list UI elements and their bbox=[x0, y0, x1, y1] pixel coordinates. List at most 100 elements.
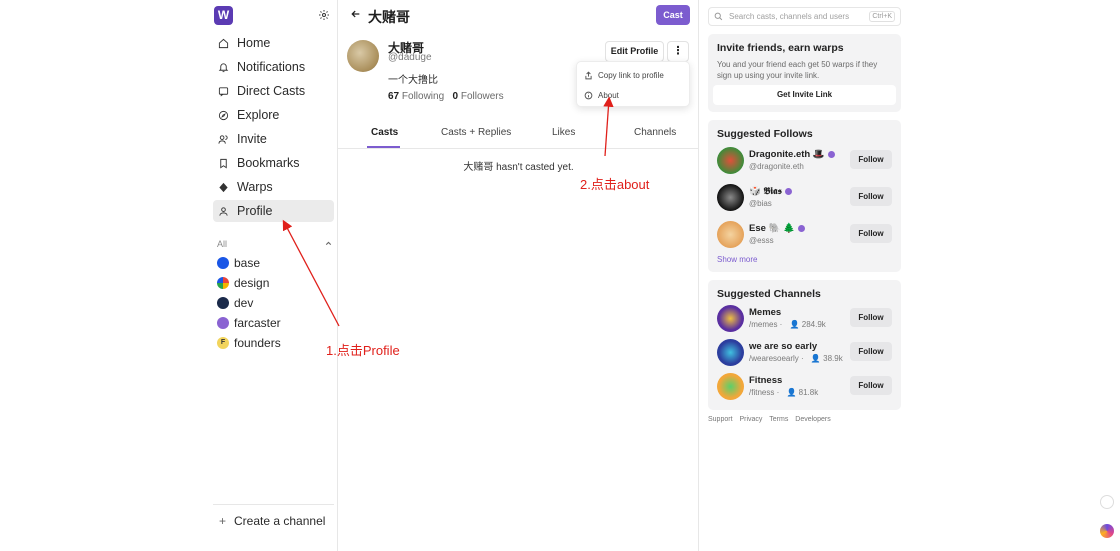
plus-icon: + bbox=[219, 514, 227, 528]
compass-icon bbox=[218, 110, 229, 120]
suggested-channel-row: Memes /memes · 👤 284.9k Follow bbox=[717, 305, 893, 335]
channel-item-base[interactable]: base bbox=[217, 253, 333, 273]
sidebar-nav: Home Notifications Direct Casts Explore … bbox=[213, 32, 334, 224]
create-channel-button[interactable]: + Create a channel bbox=[219, 514, 325, 528]
annotation-step2: 2.点击about bbox=[580, 177, 650, 192]
avatar[interactable] bbox=[717, 221, 744, 248]
translate-icon[interactable] bbox=[1100, 495, 1114, 509]
tab-casts-replies[interactable]: Casts + Replies bbox=[441, 127, 511, 138]
channel-design-icon bbox=[217, 277, 229, 289]
suggested-channels-card: Suggested Channels Memes /memes · 👤 284.… bbox=[708, 280, 901, 410]
sidebar-item-label: Notifications bbox=[237, 60, 306, 74]
diamond-icon bbox=[219, 182, 228, 192]
sidebar-item-direct-casts[interactable]: Direct Casts bbox=[213, 80, 334, 102]
tab-casts[interactable]: Casts bbox=[371, 127, 398, 138]
follow-button[interactable]: Follow bbox=[850, 187, 892, 206]
chevron-up-icon[interactable] bbox=[324, 239, 333, 248]
channel-item-farcaster[interactable]: farcaster bbox=[217, 313, 333, 333]
footer-links: Support Privacy Terms Developers bbox=[708, 416, 836, 423]
more-options-button[interactable]: ⋮ bbox=[667, 41, 689, 62]
main-content: 大赌哥 Cast 大赌哥 @daduge 一个大撸比 67 Following … bbox=[338, 0, 699, 551]
members-icon: 👤 bbox=[789, 320, 800, 329]
channel-item-design[interactable]: design bbox=[217, 273, 333, 293]
sidebar-item-label: Home bbox=[237, 36, 271, 50]
followers-count: 0 bbox=[452, 91, 459, 102]
channel-label: dev bbox=[234, 296, 254, 310]
suggested-channel-name[interactable]: we are so early bbox=[749, 341, 817, 352]
user-icon bbox=[219, 206, 228, 216]
footer-link-support[interactable]: Support bbox=[708, 416, 733, 423]
footer-link-terms[interactable]: Terms bbox=[769, 416, 788, 423]
bookmark-icon bbox=[220, 158, 227, 168]
follow-button[interactable]: Follow bbox=[850, 342, 892, 361]
sidebar-item-invite[interactable]: Invite bbox=[213, 128, 334, 150]
gear-icon[interactable] bbox=[318, 9, 330, 21]
extension-icon[interactable] bbox=[1100, 524, 1114, 538]
following-count: 67 bbox=[388, 91, 400, 102]
sidebar-item-label: Warps bbox=[237, 180, 273, 194]
footer-link-privacy[interactable]: Privacy bbox=[739, 416, 762, 423]
annotation-step1: 1.点击Profile bbox=[326, 343, 400, 358]
sidebar-item-notifications[interactable]: Notifications bbox=[213, 56, 334, 78]
sidebar-item-home[interactable]: Home bbox=[213, 32, 334, 54]
get-invite-link-button[interactable]: Get Invite Link bbox=[713, 85, 896, 105]
search-bar[interactable]: Search casts, channels and users Ctrl+K bbox=[708, 7, 901, 26]
sidebar-item-label: Explore bbox=[237, 108, 280, 122]
follow-button[interactable]: Follow bbox=[850, 376, 892, 395]
suggested-user-handle: @bias bbox=[749, 199, 772, 208]
follow-button[interactable]: Follow bbox=[850, 150, 892, 169]
sidebar-item-label: Invite bbox=[237, 132, 267, 146]
suggested-user-name[interactable]: 🎲 𝕭𝖎𝖆𝖘 bbox=[749, 186, 792, 197]
show-more-link[interactable]: Show more bbox=[717, 255, 757, 264]
channel-label: founders bbox=[234, 336, 281, 350]
follow-button[interactable]: Follow bbox=[850, 308, 892, 327]
invite-card: Invite friends, earn warps You and your … bbox=[708, 34, 901, 112]
app-logo[interactable]: W bbox=[214, 6, 233, 25]
search-icon bbox=[714, 12, 723, 21]
follow-button[interactable]: Follow bbox=[850, 224, 892, 243]
empty-state-message: 大赌哥 hasn't casted yet. bbox=[463, 162, 574, 173]
tab-channels[interactable]: Channels bbox=[634, 127, 676, 138]
avatar[interactable] bbox=[717, 147, 744, 174]
avatar[interactable] bbox=[347, 40, 379, 72]
tab-likes[interactable]: Likes bbox=[552, 127, 575, 138]
menu-item-about[interactable]: About bbox=[577, 85, 689, 105]
edit-profile-button[interactable]: Edit Profile bbox=[605, 41, 664, 62]
suggested-channel-name[interactable]: Memes bbox=[749, 307, 781, 318]
footer-link-developers[interactable]: Developers bbox=[795, 416, 830, 423]
channel-item-founders[interactable]: F founders bbox=[217, 333, 333, 353]
profile-options-menu: Copy link to profile About bbox=[576, 61, 690, 107]
cast-button[interactable]: Cast bbox=[656, 5, 690, 25]
suggested-follows-card: Suggested Follows Dragonite.eth 🎩 @drago… bbox=[708, 120, 901, 272]
channel-farcaster-icon bbox=[217, 317, 229, 329]
sidebar-item-profile[interactable]: Profile bbox=[213, 200, 334, 222]
channel-avatar[interactable] bbox=[717, 305, 744, 332]
menu-item-copy-link[interactable]: Copy link to profile bbox=[577, 65, 689, 85]
profile-username: @daduge bbox=[388, 52, 432, 63]
back-arrow-icon[interactable] bbox=[351, 9, 361, 19]
following-link[interactable]: 67 Following bbox=[388, 91, 444, 102]
channel-list: base design dev farcaster F founders bbox=[217, 253, 333, 353]
followers-label: Followers bbox=[460, 91, 504, 102]
sidebar-item-label: Direct Casts bbox=[237, 84, 306, 98]
suggested-follows-title: Suggested Follows bbox=[717, 128, 813, 140]
sidebar-item-bookmarks[interactable]: Bookmarks bbox=[213, 152, 334, 174]
follow-stats: 67 Following 0 Followers bbox=[388, 91, 504, 102]
suggested-channel-row: we are so early /wearesoearly · 👤 38.9k … bbox=[717, 339, 893, 369]
followers-link[interactable]: 0 Followers bbox=[453, 91, 504, 102]
search-input[interactable]: Search casts, channels and users bbox=[729, 12, 869, 21]
channel-avatar[interactable] bbox=[717, 339, 744, 366]
channel-avatar[interactable] bbox=[717, 373, 744, 400]
page-title: 大赌哥 bbox=[368, 9, 410, 25]
channel-label: base bbox=[234, 256, 261, 270]
channels-header: All bbox=[217, 239, 333, 249]
sidebar-item-explore[interactable]: Explore bbox=[213, 104, 334, 126]
channel-dev-icon bbox=[217, 297, 229, 309]
channel-item-dev[interactable]: dev bbox=[217, 293, 333, 313]
sidebar-item-warps[interactable]: Warps bbox=[213, 176, 334, 198]
suggested-user-name[interactable]: Ese 🐘 🌲 bbox=[749, 223, 805, 234]
avatar[interactable] bbox=[717, 184, 744, 211]
profile-tabs: Casts Casts + Replies Likes Channels bbox=[338, 123, 699, 149]
suggested-channel-name[interactable]: Fitness bbox=[749, 375, 782, 386]
suggested-user-name[interactable]: Dragonite.eth 🎩 bbox=[749, 149, 835, 160]
